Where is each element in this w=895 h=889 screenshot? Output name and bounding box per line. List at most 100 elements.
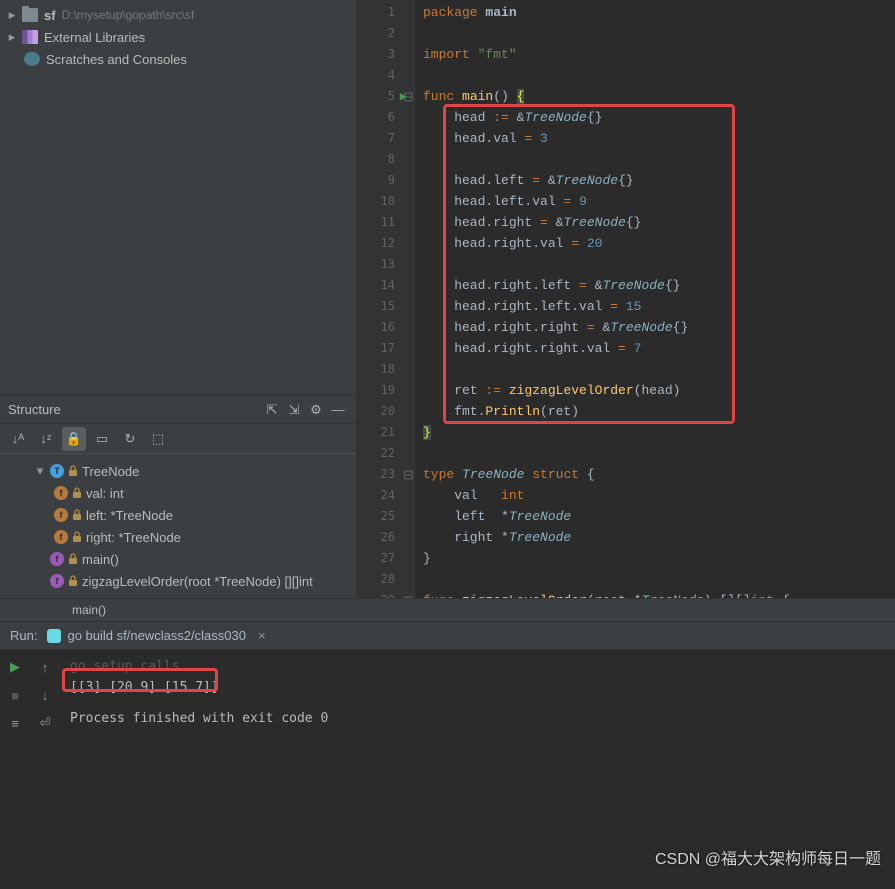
code-line[interactable]: val int bbox=[415, 485, 895, 506]
scratches-label: Scratches and Consoles bbox=[46, 52, 187, 67]
code-line[interactable]: } bbox=[415, 422, 895, 443]
struct-field-right[interactable]: f right: *TreeNode bbox=[0, 526, 356, 548]
down-icon[interactable]: ↓ bbox=[34, 684, 56, 706]
code-line[interactable]: head.right.left = &TreeNode{} bbox=[415, 275, 895, 296]
fold-marker[interactable]: ⊟ bbox=[403, 590, 414, 598]
fold-marker bbox=[403, 107, 414, 128]
fold-marker bbox=[403, 2, 414, 23]
struct-func-main[interactable]: ▾ f main() bbox=[0, 548, 356, 570]
minimize-icon[interactable]: — bbox=[328, 400, 348, 420]
fold-marker bbox=[403, 380, 414, 401]
crumb-item[interactable]: main() bbox=[72, 603, 106, 617]
struct-func-zigzag[interactable]: ▾ f zigzagLevelOrder(root *TreeNode) [][… bbox=[0, 570, 356, 592]
wrap-icon[interactable]: ⏎ bbox=[34, 712, 56, 734]
code-line[interactable]: head.left = &TreeNode{} bbox=[415, 170, 895, 191]
code-line[interactable]: import "fmt" bbox=[415, 44, 895, 65]
code-line[interactable] bbox=[415, 23, 895, 44]
code-line[interactable]: head.right.right.val = 7 bbox=[415, 338, 895, 359]
code-line[interactable]: head.right.val = 20 bbox=[415, 233, 895, 254]
fold-marker bbox=[403, 569, 414, 590]
code-line[interactable]: right *TreeNode bbox=[415, 527, 895, 548]
fold-marker bbox=[403, 527, 414, 548]
sort-za-icon[interactable]: ↓ᴬ bbox=[6, 427, 30, 451]
code-line[interactable] bbox=[415, 149, 895, 170]
structure-toolbar: ↓ᴬ ↓ᶻ 🔒 ▭ ↻ ⬚ bbox=[0, 424, 356, 454]
autoscroll-icon[interactable]: ↻ bbox=[118, 427, 142, 451]
fold-marker bbox=[403, 212, 414, 233]
more-icon[interactable]: ≡ bbox=[4, 712, 26, 734]
sort-az-icon[interactable]: ↓ᶻ bbox=[34, 427, 58, 451]
struct-field-val[interactable]: f val: int bbox=[0, 482, 356, 504]
collapse-icon[interactable]: ⇲ bbox=[284, 400, 304, 420]
external-libraries[interactable]: ▸ External Libraries bbox=[0, 26, 356, 48]
fold-marker bbox=[403, 191, 414, 212]
fold-marker bbox=[403, 65, 414, 86]
code-editor[interactable]: 12345▶6789101112131415161718192021222324… bbox=[357, 0, 895, 598]
code-line[interactable]: head.left.val = 9 bbox=[415, 191, 895, 212]
stop-icon[interactable]: ■ bbox=[4, 684, 26, 706]
console-output: [[3] [20 9] [15 7]] bbox=[70, 677, 885, 698]
expand-icon[interactable]: ⇱ bbox=[262, 400, 282, 420]
type-label: TreeNode bbox=[82, 464, 139, 479]
code-line[interactable]: fmt.Println(ret) bbox=[415, 401, 895, 422]
go-icon bbox=[47, 629, 61, 643]
code-line[interactable]: func zigzagLevelOrder(root *TreeNode) []… bbox=[415, 590, 895, 598]
run-tab-label: go build sf/newclass2/class030 bbox=[67, 628, 246, 643]
code-line[interactable]: package main bbox=[415, 2, 895, 23]
fold-marker bbox=[403, 422, 414, 443]
fold-marker bbox=[403, 401, 414, 422]
fold-marker[interactable]: ⊟ bbox=[403, 464, 414, 485]
struct-type-treenode[interactable]: ▾ T TreeNode bbox=[0, 460, 356, 482]
code-area[interactable]: package main import "fmt" func main() { he… bbox=[415, 0, 895, 598]
project-tree: ▸ sf D:\mysetup\gopath\src\sf ▸ External… bbox=[0, 0, 356, 72]
lock-icon[interactable]: 🔒 bbox=[62, 427, 86, 451]
field-label: val: int bbox=[86, 486, 124, 501]
code-line[interactable]: func main() { bbox=[415, 86, 895, 107]
type-badge-icon: T bbox=[50, 464, 64, 478]
external-libs-label: External Libraries bbox=[44, 30, 145, 45]
fold-marker bbox=[403, 548, 414, 569]
run-icon[interactable]: ▶ bbox=[4, 656, 26, 678]
field-label: right: *TreeNode bbox=[86, 530, 181, 545]
code-line[interactable] bbox=[415, 569, 895, 590]
chevron-right-icon: ▸ bbox=[6, 9, 18, 21]
gear-icon[interactable]: ⚙ bbox=[306, 400, 326, 420]
fold-marker bbox=[403, 44, 414, 65]
up-icon[interactable]: ↑ bbox=[34, 656, 56, 678]
code-line[interactable] bbox=[415, 254, 895, 275]
code-line[interactable] bbox=[415, 443, 895, 464]
project-root[interactable]: ▸ sf D:\mysetup\gopath\src\sf bbox=[0, 4, 356, 26]
code-line[interactable]: left *TreeNode bbox=[415, 506, 895, 527]
code-line[interactable] bbox=[415, 65, 895, 86]
code-line[interactable]: head := &TreeNode{} bbox=[415, 107, 895, 128]
func-label: main() bbox=[82, 552, 119, 567]
spacer bbox=[70, 698, 885, 708]
lock-icon bbox=[68, 553, 78, 565]
code-line[interactable]: ret := zigzagLevelOrder(head) bbox=[415, 380, 895, 401]
code-line[interactable]: head.val = 3 bbox=[415, 128, 895, 149]
field-icon[interactable]: ⬚ bbox=[146, 427, 170, 451]
func-label: zigzagLevelOrder(root *TreeNode) [][]int bbox=[82, 574, 313, 589]
folder-icon bbox=[22, 8, 38, 22]
code-line[interactable]: head.right = &TreeNode{} bbox=[415, 212, 895, 233]
run-header: Run: go build sf/newclass2/class030 × bbox=[0, 622, 895, 650]
fold-marker bbox=[403, 506, 414, 527]
fold-marker bbox=[403, 23, 414, 44]
fold-marker bbox=[403, 149, 414, 170]
run-tab[interactable]: go build sf/newclass2/class030 × bbox=[47, 628, 265, 643]
folder-icon[interactable]: ▭ bbox=[90, 427, 114, 451]
project-name: sf bbox=[44, 8, 56, 23]
code-line[interactable] bbox=[415, 359, 895, 380]
lock-icon bbox=[68, 465, 78, 477]
code-line[interactable]: type TreeNode struct { bbox=[415, 464, 895, 485]
field-badge-icon: f bbox=[54, 486, 68, 500]
code-line[interactable]: head.right.left.val = 15 bbox=[415, 296, 895, 317]
code-line[interactable]: } bbox=[415, 548, 895, 569]
code-line[interactable]: head.right.right = &TreeNode{} bbox=[415, 317, 895, 338]
struct-field-left[interactable]: f left: *TreeNode bbox=[0, 504, 356, 526]
scratches-consoles[interactable]: Scratches and Consoles bbox=[0, 48, 356, 70]
chevron-right-icon: ▸ bbox=[6, 31, 18, 43]
structure-panel: Structure ⇱ ⇲ ⚙ — ↓ᴬ ↓ᶻ 🔒 ▭ ↻ ⬚ ▾ T Tree… bbox=[0, 395, 356, 598]
run-sub-toolbar: ↑ ↓ ⏎ bbox=[30, 650, 60, 889]
close-icon[interactable]: × bbox=[258, 628, 266, 643]
